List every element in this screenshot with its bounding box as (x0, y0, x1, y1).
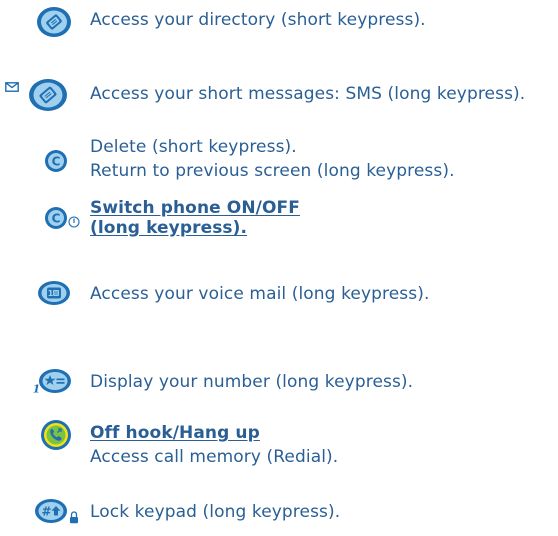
messages-desc: Access your short messages: SMS (long ke… (90, 84, 526, 104)
call-title: Off hook/Hang up (90, 423, 260, 443)
power-icon (68, 216, 80, 228)
delete-desc: Delete (short keypress). (90, 137, 297, 157)
call-desc: Access call memory (Redial). (90, 447, 339, 467)
star-key-icon (38, 368, 72, 394)
own-number-desc: Display your number (long keypress). (90, 372, 414, 392)
directory-desc: Access your directory (short keypress). (90, 10, 426, 30)
lock-desc: Lock keypad (long keypress). (90, 502, 341, 522)
svg-text:#: # (41, 505, 51, 519)
clear-key-icon: C (44, 206, 68, 230)
svg-text:1: 1 (48, 289, 54, 298)
envelope-icon (5, 82, 19, 92)
messages-key-icon (28, 78, 68, 112)
clear-key-icon: C (44, 149, 68, 173)
lock-icon (69, 511, 79, 524)
voicemail-key-icon: 1 (37, 280, 71, 306)
call-key-icon (40, 419, 72, 451)
power-title: Switch phone ON/OFF (90, 198, 300, 218)
voicemail-desc: Access your voice mail (long keypress). (90, 284, 430, 304)
directory-key-icon (36, 6, 72, 38)
svg-text:C: C (52, 155, 61, 169)
hash-key-icon: # (34, 498, 68, 524)
power-desc: (long keypress). (90, 218, 248, 238)
svg-text:C: C (52, 212, 61, 226)
return-desc: Return to previous screen (long keypress… (90, 161, 455, 181)
